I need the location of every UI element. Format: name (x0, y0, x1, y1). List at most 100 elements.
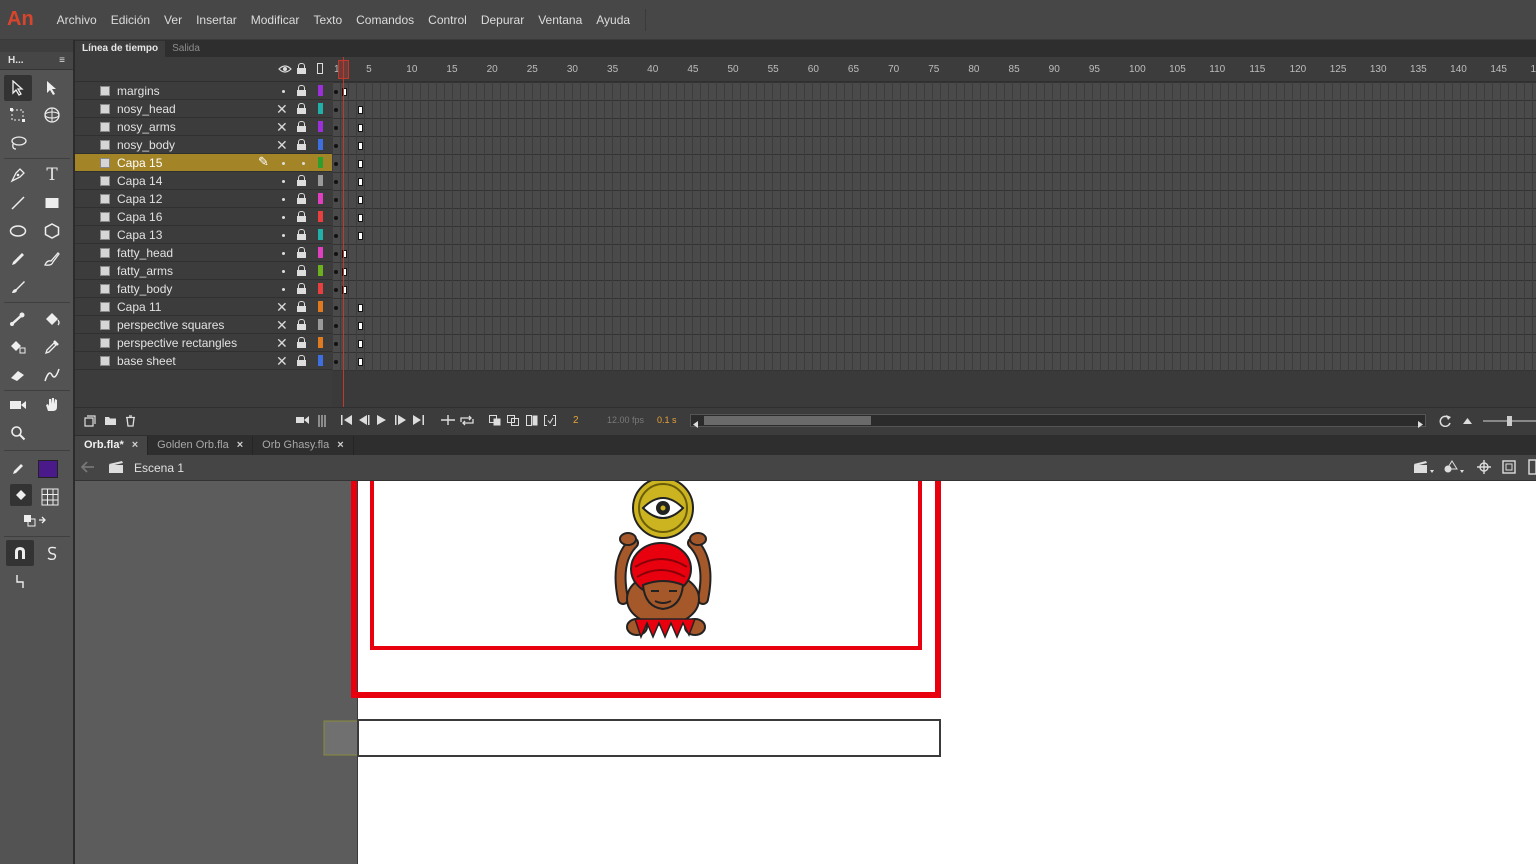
frame-span-end[interactable] (358, 358, 363, 366)
back-arrow-icon[interactable] (80, 460, 95, 476)
panel-menu-icon[interactable]: ≡ (59, 55, 65, 66)
keyframe[interactable] (334, 324, 338, 328)
layer-lock-icon[interactable] (297, 247, 306, 258)
rectangle-tool-icon[interactable] (38, 190, 66, 216)
snap-to-objects-icon[interactable] (6, 540, 34, 566)
layer-row[interactable]: Capa 16 (75, 208, 332, 226)
document-tab[interactable]: Golden Orb.fla × (148, 436, 254, 455)
frame-grid[interactable] (332, 82, 1536, 371)
menu-item-archivo[interactable]: Archivo (50, 13, 104, 27)
layer-outline-color[interactable] (318, 211, 323, 222)
oval-tool-icon[interactable] (4, 218, 32, 244)
layer-outline-color[interactable] (318, 337, 323, 348)
3d-rotation-tool-icon[interactable] (38, 102, 66, 128)
frame-span-end[interactable] (358, 322, 363, 330)
free-transform-tool-icon[interactable] (4, 102, 32, 128)
selection-tool-icon[interactable] (4, 75, 32, 101)
camera-toggle-icon[interactable] (296, 415, 309, 428)
layer-row[interactable]: nosy_arms ✕ (75, 118, 332, 136)
keyframe[interactable] (334, 252, 338, 256)
scroll-left-arrow-icon[interactable] (693, 417, 698, 431)
layer-row[interactable]: Capa 15 ✎ (75, 154, 332, 172)
layer-row[interactable]: base sheet ✕ (75, 352, 332, 370)
layer-outline-color[interactable] (318, 157, 323, 168)
hand-tool-icon[interactable] (38, 392, 66, 418)
layer-name[interactable]: Capa 11 (117, 300, 161, 314)
layer-name[interactable]: Capa 16 (117, 210, 162, 224)
pen-tool-icon[interactable] (4, 162, 32, 188)
layer-visibility-dot[interactable] (282, 216, 285, 219)
document-tab-label[interactable]: Orb.fla* (84, 439, 124, 455)
layer-lock-icon[interactable] (297, 85, 306, 96)
keyframe[interactable] (334, 288, 338, 292)
current-frame-readout[interactable]: 2 (573, 415, 579, 426)
frame-span-end[interactable] (358, 214, 363, 222)
menu-item-control[interactable]: Control (421, 13, 474, 27)
stage-zoom-menu-icon[interactable] (1528, 459, 1536, 478)
keyframe[interactable] (334, 198, 338, 202)
keyframe[interactable] (334, 126, 338, 130)
stroke-color-swatch[interactable] (38, 460, 58, 478)
center-frame-icon[interactable] (441, 415, 455, 428)
fill-color-bucket-icon[interactable] (10, 484, 32, 506)
layer-lock-icon[interactable] (297, 301, 306, 312)
keyframe[interactable] (334, 216, 338, 220)
layer-lock-icon[interactable] (297, 337, 306, 348)
bone-tool-icon[interactable] (4, 306, 32, 332)
layer-row[interactable]: perspective rectangles ✕ (75, 334, 332, 352)
edit-multiple-frames-icon[interactable] (526, 415, 538, 429)
layer-lock-icon[interactable] (297, 139, 306, 150)
layer-outline-color[interactable] (318, 265, 323, 276)
frame-span-end[interactable] (358, 340, 363, 348)
layer-visibility-dot[interactable] (282, 198, 285, 201)
layer-visibility-dot[interactable] (282, 180, 285, 183)
frame-span-end[interactable] (358, 196, 363, 204)
layer-lock-icon[interactable] (297, 265, 306, 276)
layer-hidden-icon[interactable]: ✕ (276, 335, 288, 351)
layer-name[interactable]: fatty_arms (117, 264, 173, 278)
layer-name[interactable]: Capa 15 (117, 156, 162, 170)
subselection-tool-icon[interactable] (38, 75, 66, 101)
go-to-last-frame-icon[interactable] (413, 415, 424, 428)
smooth-option-icon[interactable] (38, 540, 66, 566)
scroll-right-arrow-icon[interactable] (1418, 417, 1423, 431)
document-tab-label[interactable]: Golden Orb.fla (157, 439, 229, 455)
fps-readout[interactable]: 12.00 fps (607, 415, 644, 425)
swap-colors-icon[interactable] (20, 510, 52, 530)
keyframe[interactable] (334, 108, 338, 112)
polystar-tool-icon[interactable] (38, 218, 66, 244)
layer-outline-color[interactable] (318, 301, 323, 312)
timeline-scrollbar[interactable] (690, 414, 1426, 428)
layer-outline-color[interactable] (318, 103, 323, 114)
keyframe[interactable] (334, 234, 338, 238)
brush-tool-icon[interactable] (4, 274, 32, 300)
layer-row[interactable]: fatty_body (75, 280, 332, 298)
layer-lock-icon[interactable] (297, 229, 306, 240)
layer-outline-color[interactable] (318, 283, 323, 294)
keyframe[interactable] (334, 180, 338, 184)
layer-row[interactable]: fatty_head (75, 244, 332, 262)
loop-icon[interactable] (460, 415, 474, 429)
layer-outline-color[interactable] (318, 355, 323, 366)
layer-lock-icon[interactable] (297, 193, 306, 204)
tab-output[interactable]: Salida (165, 41, 207, 57)
delete-layer-trash-icon[interactable] (125, 415, 136, 430)
layer-name[interactable]: Capa 14 (117, 174, 162, 188)
menu-item-comandos[interactable]: Comandos (349, 13, 421, 27)
zoom-out-timeline-icon[interactable] (1463, 415, 1472, 427)
layer-hidden-icon[interactable]: ✕ (276, 317, 288, 333)
new-folder-icon[interactable] (104, 415, 117, 429)
menu-item-edici-n[interactable]: Edición (104, 13, 157, 27)
layer-lock-dot[interactable] (302, 162, 305, 165)
empty-rectangle-shape[interactable] (357, 719, 941, 757)
paint-brush-tool-icon[interactable] (38, 246, 66, 272)
tools-panel-grip[interactable] (0, 40, 73, 52)
width-tool-icon[interactable] (38, 362, 66, 388)
frame-span-end[interactable] (358, 232, 363, 240)
close-tab-icon[interactable]: × (337, 439, 343, 455)
ink-bottle-tool-icon[interactable] (4, 334, 32, 360)
timeline-zoom-slider-thumb[interactable] (1507, 416, 1512, 426)
timeline-zoom-slider[interactable] (1483, 416, 1536, 426)
layer-row[interactable]: fatty_arms (75, 262, 332, 280)
layer-outline-color[interactable] (318, 85, 323, 96)
